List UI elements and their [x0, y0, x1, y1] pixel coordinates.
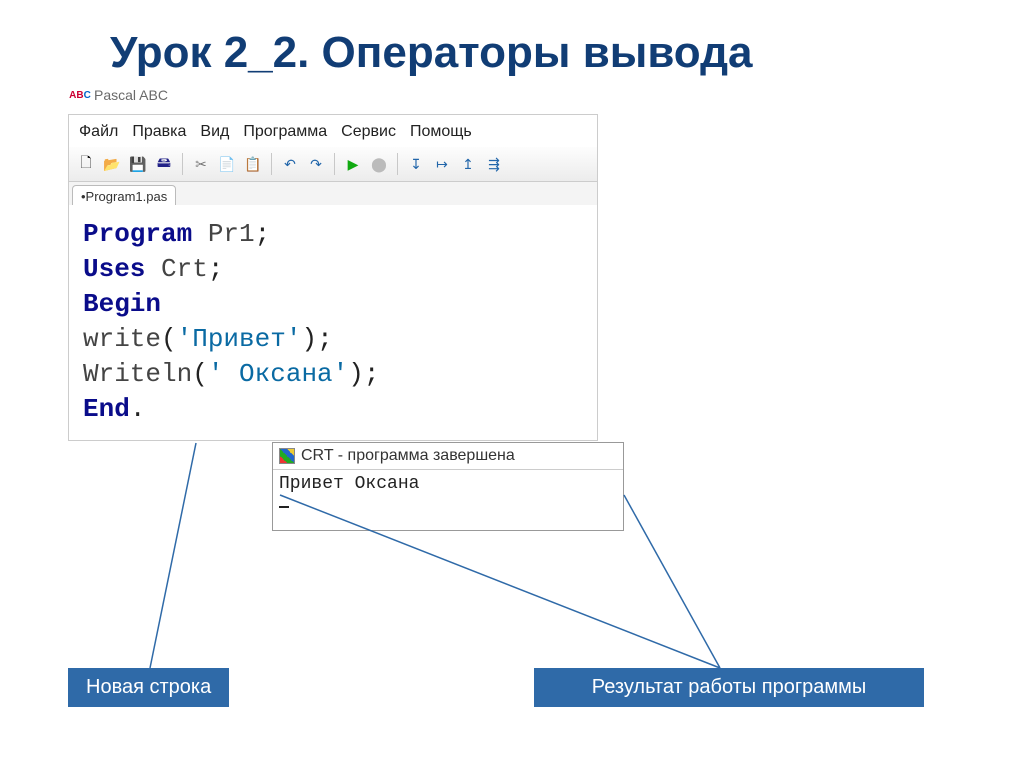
- title-bar: ABC Pascal ABC: [68, 84, 598, 106]
- undo-icon[interactable]: ↶: [279, 153, 301, 175]
- separator: [182, 153, 183, 175]
- stop-icon[interactable]: ⬤: [368, 153, 390, 175]
- keyword: End: [83, 394, 130, 424]
- punct: ;: [208, 254, 224, 284]
- callout-result: Результат работы программы: [534, 668, 924, 707]
- identifier: Writeln: [83, 359, 192, 389]
- save-all-icon[interactable]: 🖴: [153, 153, 175, 175]
- cursor: [279, 506, 289, 508]
- step-over-icon[interactable]: ↦: [431, 153, 453, 175]
- crt-title-bar: CRT - программа завершена: [273, 443, 623, 470]
- separator: [397, 153, 398, 175]
- output-line: Привет Оксана: [279, 474, 617, 494]
- callout-new-line: Новая строка: [68, 668, 229, 707]
- slide-title: Урок 2_2. Операторы вывода: [110, 28, 753, 78]
- punct: ): [301, 324, 317, 354]
- keyword: Program: [83, 219, 192, 249]
- separator: [334, 153, 335, 175]
- punct: ;: [364, 359, 380, 389]
- crt-icon: [279, 448, 295, 464]
- run-icon[interactable]: ▶: [342, 153, 364, 175]
- step-out-icon[interactable]: ↥: [457, 153, 479, 175]
- crt-output: Привет Оксана: [273, 470, 623, 530]
- pascal-abc-icon: ABC: [72, 87, 88, 103]
- string-literal: ' Оксана': [208, 359, 348, 389]
- toolbar: 🗋 📂 💾 🖴 ✂ 📄 📋 ↶ ↷ ▶ ⬤ ↧ ↦ ↥ ⇶: [68, 147, 598, 182]
- crt-title-text: CRT - программа завершена: [301, 447, 515, 465]
- keyword: Begin: [83, 289, 161, 319]
- punct: ;: [317, 324, 333, 354]
- trace-icon[interactable]: ⇶: [483, 153, 505, 175]
- copy-icon[interactable]: 📄: [216, 153, 238, 175]
- ide-window: ABC Pascal ABC Файл Правка Вид Программа…: [68, 84, 598, 441]
- separator: [271, 153, 272, 175]
- open-icon[interactable]: 📂: [101, 153, 123, 175]
- cut-icon[interactable]: ✂: [190, 153, 212, 175]
- punct: .: [130, 394, 146, 424]
- new-icon[interactable]: 🗋: [75, 153, 97, 175]
- menu-program[interactable]: Программа: [237, 121, 333, 143]
- identifier: Crt: [161, 254, 208, 284]
- identifier: write: [83, 324, 161, 354]
- punct: ;: [255, 219, 271, 249]
- string-literal: 'Привет': [177, 324, 302, 354]
- menu-service[interactable]: Сервис: [335, 121, 402, 143]
- menu-edit[interactable]: Правка: [126, 121, 192, 143]
- step-in-icon[interactable]: ↧: [405, 153, 427, 175]
- identifier: Pr1: [208, 219, 255, 249]
- punct: (: [192, 359, 208, 389]
- save-icon[interactable]: 💾: [127, 153, 149, 175]
- menu-file[interactable]: Файл: [73, 121, 124, 143]
- menu-help[interactable]: Помощь: [404, 121, 478, 143]
- app-title: Pascal ABC: [94, 87, 168, 103]
- code-editor[interactable]: Program Pr1; Uses Crt; Begin write('Прив…: [68, 205, 598, 441]
- tab-bar: •Program1.pas: [68, 182, 598, 205]
- crt-output-window: CRT - программа завершена Привет Оксана: [272, 442, 624, 531]
- tab-program1[interactable]: •Program1.pas: [72, 185, 176, 205]
- keyword: Uses: [83, 254, 145, 284]
- punct: ): [348, 359, 364, 389]
- menu-bar: Файл Правка Вид Программа Сервис Помощь: [68, 114, 598, 147]
- punct: (: [161, 324, 177, 354]
- menu-view[interactable]: Вид: [194, 121, 235, 143]
- paste-icon[interactable]: 📋: [242, 153, 264, 175]
- redo-icon[interactable]: ↷: [305, 153, 327, 175]
